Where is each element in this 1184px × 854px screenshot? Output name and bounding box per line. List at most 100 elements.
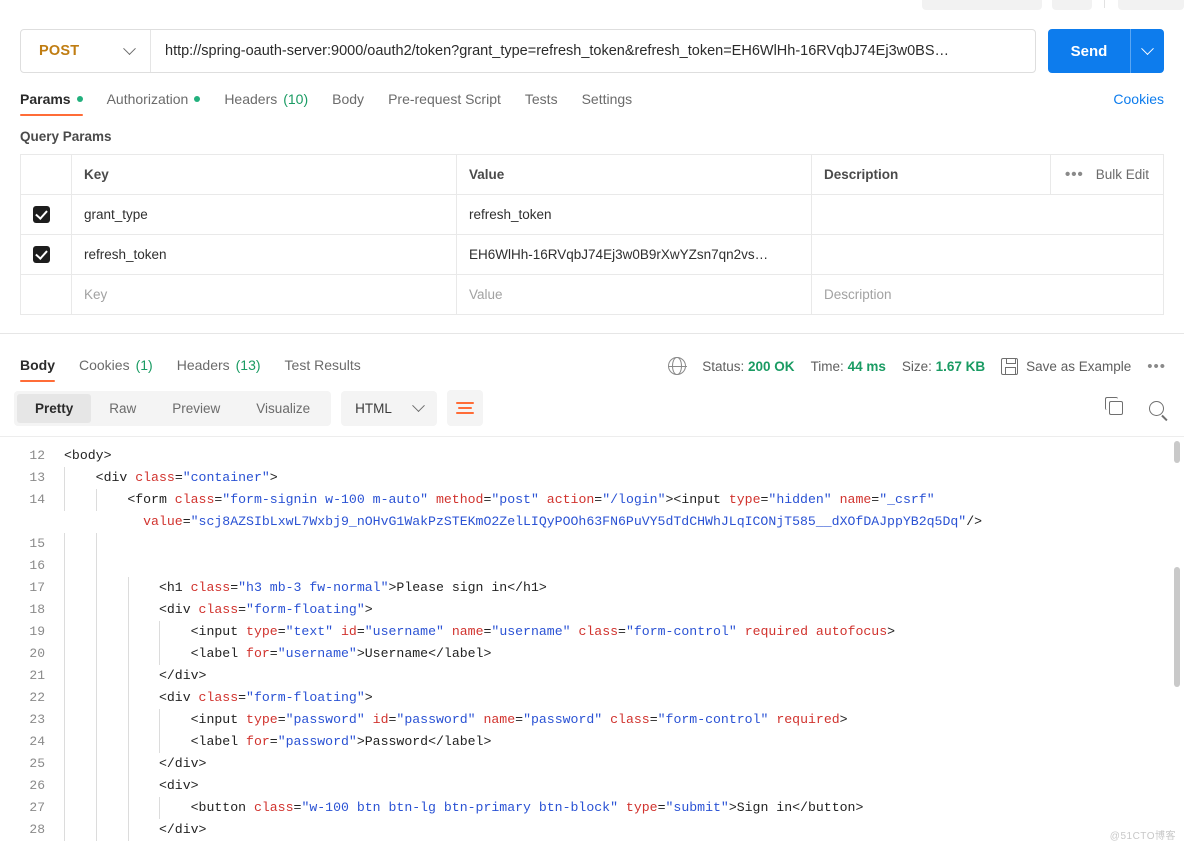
line-number: 27: [29, 800, 45, 815]
code-text: <div class="form-floating">: [56, 599, 1184, 621]
view-mode-visualize[interactable]: Visualize: [238, 394, 328, 423]
code-text: <div class="form-floating">: [56, 687, 1184, 709]
indent-guide: [127, 775, 129, 797]
code-content: 12 <body> 13 <div class="container"> 14 <fo…: [0, 437, 1184, 841]
code-token: name: [483, 712, 516, 727]
response-tab-headers[interactable]: Headers (13): [177, 357, 261, 382]
param-value-cell[interactable]: refresh_token: [456, 194, 812, 235]
response-tabs: Body Cookies (1) Headers (13) Test Resul…: [0, 344, 1184, 382]
tab-headers[interactable]: Headers (10): [224, 91, 308, 116]
view-mode-pretty[interactable]: Pretty: [17, 393, 92, 423]
response-code-viewer[interactable]: 12 <body> 13 <div class="container"> 14 <fo…: [0, 436, 1184, 845]
wrap-lines-button[interactable]: [446, 390, 483, 426]
line-number: 26: [29, 778, 45, 793]
copy-icon[interactable]: [1105, 397, 1123, 415]
send-options-button[interactable]: [1130, 29, 1164, 73]
row-checkbox-cell[interactable]: [20, 274, 72, 315]
response-tab-cookies[interactable]: Cookies (1): [79, 357, 153, 382]
code-token: required autofocus: [744, 624, 888, 639]
params-table-wrap: Key Value Description ••• Bulk Edit gran…: [0, 154, 1184, 315]
line-number: 22: [29, 690, 45, 705]
tab-params[interactable]: Params: [20, 91, 83, 116]
indent-guide: [64, 467, 65, 489]
param-value-placeholder[interactable]: Value: [456, 274, 812, 315]
code-token: =: [277, 712, 286, 727]
response-more-options-icon[interactable]: •••: [1147, 358, 1166, 375]
time-value: 44 ms: [847, 358, 886, 374]
param-key-placeholder[interactable]: Key: [71, 274, 457, 315]
indent-guide: [159, 709, 161, 731]
indent-guide: [64, 687, 65, 709]
param-description-placeholder[interactable]: Description: [811, 274, 1164, 315]
code-token: required: [776, 712, 840, 727]
code-vertical-scrollbar-thumb[interactable]: [1174, 567, 1180, 687]
http-method-select[interactable]: POST: [21, 30, 151, 72]
more-options-icon[interactable]: •••: [1065, 166, 1084, 183]
tab-settings[interactable]: Settings: [582, 91, 633, 116]
param-key-cell[interactable]: refresh_token: [71, 234, 457, 275]
code-vertical-scrollbar[interactable]: [1174, 441, 1180, 463]
view-mode-preview[interactable]: Preview: [154, 394, 238, 423]
code-token: <form: [127, 492, 175, 507]
code-token: name: [839, 492, 872, 507]
indent-guide: [95, 731, 97, 753]
line-number: 18: [29, 602, 45, 617]
tab-body[interactable]: Body: [332, 91, 364, 116]
table-row: refresh_token EH6WlHh-16RVqbJ74Ej3w0B9rX…: [20, 234, 1164, 275]
code-line: 28 </div>: [0, 819, 1184, 841]
checkbox-checked-icon[interactable]: [33, 206, 50, 223]
checkbox-checked-icon[interactable]: [33, 246, 50, 263]
indent-guide: [64, 599, 65, 621]
param-key-cell[interactable]: grant_type: [71, 194, 457, 235]
header-checkbox-cell: [20, 154, 72, 195]
column-header-description: Description ••• Bulk Edit: [811, 154, 1164, 195]
response-tab-test-results[interactable]: Test Results: [285, 357, 361, 382]
code-token: Please sign in: [396, 580, 508, 595]
param-description-cell[interactable]: [811, 194, 1164, 235]
toolbar-chip-eye[interactable]: [1052, 0, 1092, 10]
code-token: <label: [190, 646, 247, 661]
row-checkbox-cell[interactable]: [20, 194, 72, 235]
save-as-example-button[interactable]: Save as Example: [1001, 357, 1131, 375]
cookies-link[interactable]: Cookies: [1113, 91, 1164, 107]
url-input[interactable]: http://spring-oauth-server:9000/oauth2/t…: [151, 30, 1035, 72]
indent-guide: [95, 555, 97, 577]
send-button-group[interactable]: Send: [1048, 29, 1164, 73]
indent-guide: [64, 797, 65, 819]
search-icon[interactable]: [1149, 400, 1164, 416]
indent-guide: [64, 621, 65, 643]
line-number: 28: [29, 822, 45, 837]
send-button[interactable]: Send: [1048, 29, 1130, 73]
response-tab-test-results-label: Test Results: [284, 357, 361, 373]
tab-pre-request-script[interactable]: Pre-request Script: [388, 91, 501, 116]
row-checkbox-cell[interactable]: [20, 234, 72, 275]
indent-guide: [64, 555, 65, 577]
indent-guide: [64, 577, 65, 599]
code-line: 23 <input type="password" id="password" …: [0, 709, 1184, 731]
param-value-cell[interactable]: EH6WlHh-16RVqbJ74Ej3w0B9rXwYZsn7qn2vs…: [456, 234, 812, 275]
code-scroll-region[interactable]: 12 <body> 13 <div class="container"> 14 <fo…: [0, 437, 1184, 845]
code-token: "scj8AZSIbLxwL7Wxbj9_nOHvG1WakPzSTEKmO2Z…: [190, 514, 967, 529]
response-tab-body[interactable]: Body: [20, 357, 55, 382]
code-token: for: [246, 646, 270, 661]
code-token: "form-control": [657, 712, 769, 727]
tab-headers-label: Headers: [224, 91, 278, 107]
code-token: Sign in: [736, 800, 793, 815]
tab-tests[interactable]: Tests: [525, 91, 558, 116]
code-line: 15: [0, 533, 1184, 555]
format-select[interactable]: HTML: [341, 390, 437, 426]
format-select-label: HTML: [355, 400, 392, 416]
response-body-toolbar: Pretty Raw Preview Visualize HTML: [0, 382, 1184, 436]
code-token: =: [238, 690, 247, 705]
toolbar-chip-save[interactable]: [1118, 0, 1184, 10]
toolbar-chip-environment[interactable]: [922, 0, 1042, 10]
code-token: </div>: [158, 668, 207, 683]
param-description-cell[interactable]: [811, 234, 1164, 275]
tab-authorization[interactable]: Authorization: [107, 91, 201, 116]
bulk-edit-button[interactable]: Bulk Edit: [1096, 167, 1149, 182]
indent-guide: [127, 621, 129, 643]
view-mode-raw[interactable]: Raw: [91, 394, 154, 423]
code-token: id: [341, 624, 357, 639]
column-header-value: Value: [456, 154, 812, 195]
